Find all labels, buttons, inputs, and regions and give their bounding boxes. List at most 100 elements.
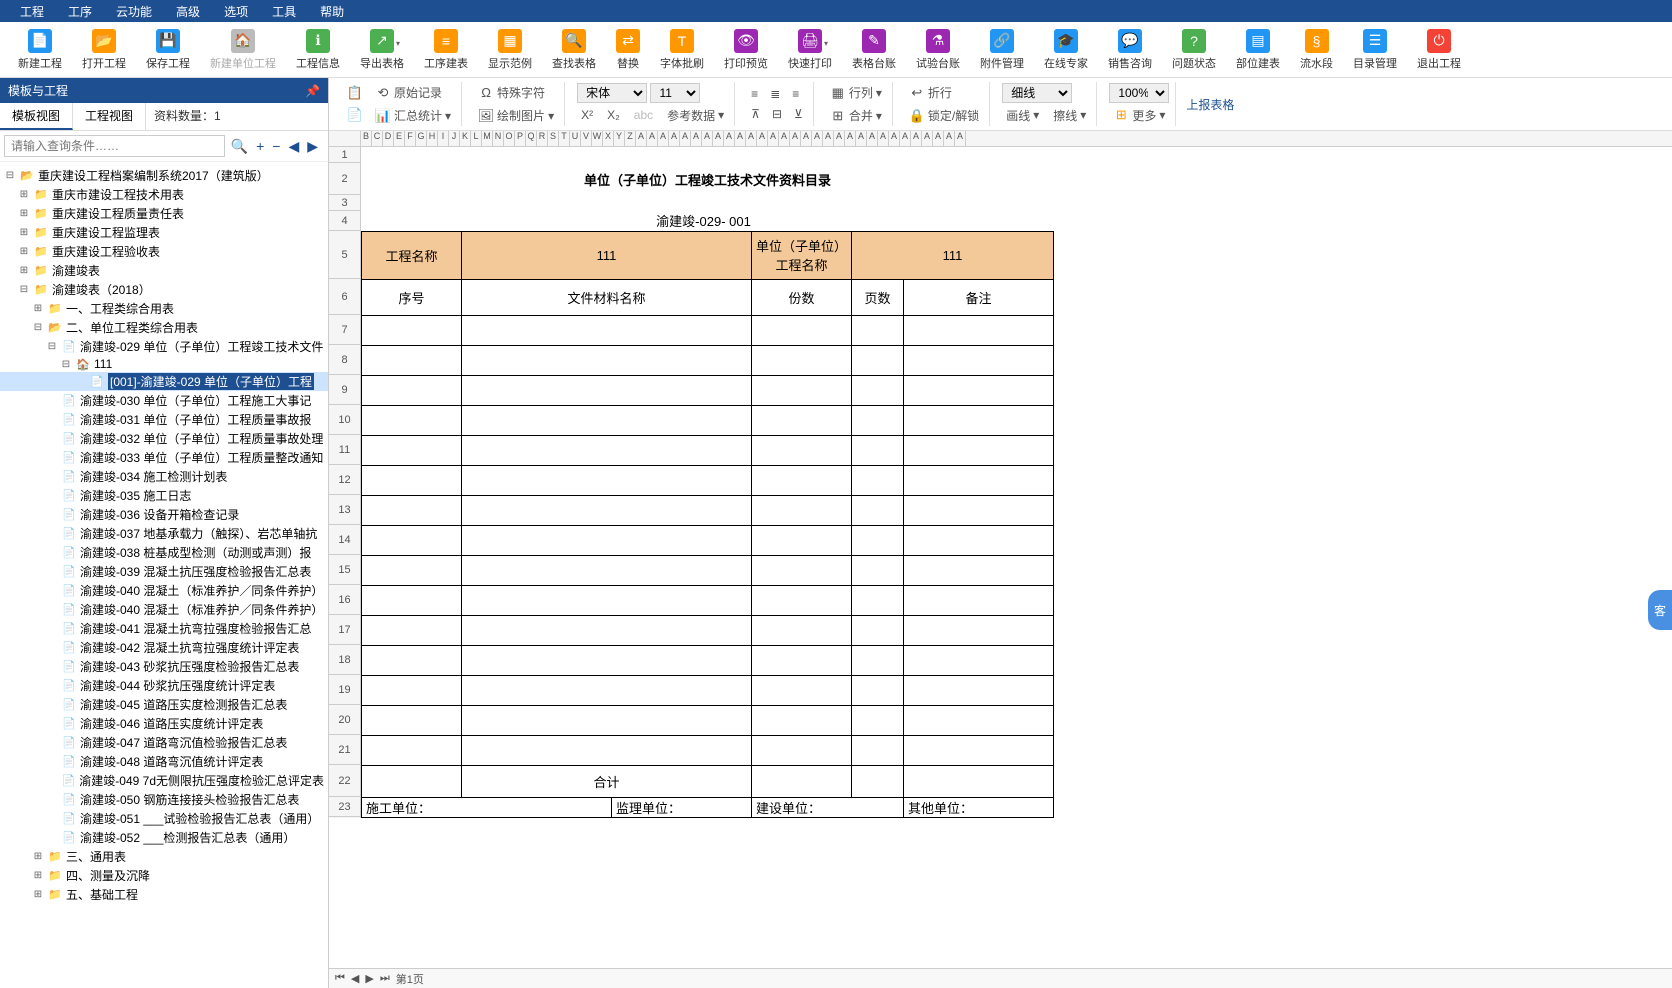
cell[interactable] <box>362 405 462 435</box>
toolbar-替换[interactable]: ⇄替换 <box>606 27 650 73</box>
tree-node[interactable]: ⊟🏠111 <box>0 356 328 372</box>
unit-name-cell[interactable]: 111 <box>852 231 1054 279</box>
cell[interactable] <box>904 495 1054 525</box>
cell[interactable] <box>462 525 752 555</box>
tree-node[interactable]: 📄渝建竣-040 混凝土（标准养护／同条件养护） <box>0 581 328 600</box>
cell[interactable] <box>852 555 904 585</box>
cell[interactable] <box>852 675 904 705</box>
toolbar-打印预览[interactable]: 👁打印预览 <box>714 27 778 73</box>
cell[interactable] <box>462 345 752 375</box>
total-remark[interactable] <box>904 765 1054 797</box>
cell[interactable] <box>752 465 852 495</box>
cell[interactable] <box>462 495 752 525</box>
toolbar-试验台账[interactable]: ⚗试验台账 <box>906 27 970 73</box>
line-style-select[interactable]: 细线 <box>1002 83 1072 103</box>
tree-node[interactable]: 📄渝建竣-042 混凝土抗弯拉强度统计评定表 <box>0 638 328 657</box>
cell[interactable] <box>752 735 852 765</box>
tree-node[interactable]: 📄渝建竣-030 单位（子单位）工程施工大事记 <box>0 391 328 410</box>
spreadsheet[interactable]: BCDEFGHIJKLMNOPQRSTUVWXYZAAAAAAAAAAAAAAA… <box>329 131 1672 968</box>
tree-node[interactable]: ⊞📁三、通用表 <box>0 847 328 866</box>
tree-node[interactable]: 📄渝建竣-044 砂浆抗压强度统计评定表 <box>0 676 328 695</box>
subscript-button[interactable]: X₂ <box>603 106 624 124</box>
tree-node[interactable]: ⊟📂重庆建设工程档案编制系统2017（建筑版） <box>0 166 328 185</box>
cell[interactable] <box>752 405 852 435</box>
cell[interactable] <box>362 315 462 345</box>
cell[interactable] <box>752 645 852 675</box>
cell[interactable] <box>462 435 752 465</box>
cell[interactable] <box>852 315 904 345</box>
total-copies[interactable] <box>752 765 852 797</box>
pager-first-icon[interactable]: ⏮ <box>335 972 345 985</box>
align-left-button[interactable]: ≡ <box>747 85 762 103</box>
cell[interactable] <box>462 405 752 435</box>
strikethrough-button[interactable]: abc <box>630 106 657 124</box>
tree-node[interactable]: 📄渝建竣-040 混凝土（标准养护／同条件养护） <box>0 600 328 619</box>
erase-line-button[interactable]: 擦线▾ <box>1049 105 1090 126</box>
tree-node[interactable]: 📄渝建竣-033 单位（子单位）工程质量整改通知 <box>0 448 328 467</box>
cell[interactable] <box>462 375 752 405</box>
tree-node[interactable]: 📄渝建竣-046 道路压实度统计评定表 <box>0 714 328 733</box>
cell[interactable] <box>462 735 752 765</box>
cell[interactable] <box>852 465 904 495</box>
cell[interactable] <box>904 525 1054 555</box>
toolbar-字体批刷[interactable]: T字体批刷 <box>650 27 714 73</box>
cell[interactable] <box>362 705 462 735</box>
tree-node[interactable]: ⊞📁四、测量及沉降 <box>0 866 328 885</box>
cell[interactable] <box>904 615 1054 645</box>
tree-node[interactable]: ⊞📁重庆建设工程监理表 <box>0 223 328 242</box>
cell[interactable] <box>362 345 462 375</box>
cell[interactable] <box>462 585 752 615</box>
cell[interactable] <box>362 495 462 525</box>
toolbar-销售咨询[interactable]: 💬销售咨询 <box>1098 27 1162 73</box>
cell[interactable] <box>852 705 904 735</box>
cell[interactable] <box>462 555 752 585</box>
tab-project-view[interactable]: 工程视图 <box>73 103 146 130</box>
cell[interactable] <box>752 345 852 375</box>
tree-node[interactable]: 📄渝建竣-051 ___试验检验报告汇总表（通用） <box>0 809 328 828</box>
cell[interactable] <box>362 615 462 645</box>
tree-node[interactable]: 📄渝建竣-050 钢筋连接接头检验报告汇总表 <box>0 790 328 809</box>
font-select[interactable]: 宋体 <box>577 83 647 103</box>
tree-node[interactable]: 📄渝建竣-034 施工检测计划表 <box>0 467 328 486</box>
cell[interactable] <box>462 675 752 705</box>
tree-node[interactable]: ⊞📁渝建竣表 <box>0 261 328 280</box>
cell[interactable] <box>752 705 852 735</box>
toolbar-退出工程[interactable]: ⏻退出工程 <box>1407 27 1471 73</box>
tree-node[interactable]: ⊞📁五、基础工程 <box>0 885 328 904</box>
valign-mid-button[interactable]: ⊟ <box>768 105 786 123</box>
pin-icon[interactable]: 📌 <box>305 84 320 98</box>
cell[interactable] <box>852 345 904 375</box>
cell[interactable] <box>852 495 904 525</box>
toolbar-新建单位工程[interactable]: 🏠新建单位工程 <box>200 27 286 73</box>
cell[interactable] <box>904 375 1054 405</box>
special-char-button[interactable]: Ω特殊字符 <box>474 82 558 103</box>
menu-item[interactable]: 工序 <box>56 3 104 20</box>
cell[interactable] <box>752 525 852 555</box>
cell[interactable] <box>852 375 904 405</box>
font-size-select[interactable]: 11 <box>650 83 700 103</box>
tree-node[interactable]: 📄渝建竣-038 桩基成型检测（动测或声测）报 <box>0 543 328 562</box>
tree-node[interactable]: 📄渝建竣-037 地基承载力（触探）、岩芯单轴抗 <box>0 524 328 543</box>
toolbar-表格台账[interactable]: ✎表格台账 <box>842 27 906 73</box>
menu-item[interactable]: 高级 <box>164 3 212 20</box>
pager-next-icon[interactable]: ▶ <box>365 972 373 985</box>
cell[interactable] <box>852 645 904 675</box>
tree-node[interactable]: 📄渝建竣-039 混凝土抗压强度检验报告汇总表 <box>0 562 328 581</box>
cell[interactable] <box>462 465 752 495</box>
tree-node[interactable]: 📄渝建竣-047 道路弯沉值检验报告汇总表 <box>0 733 328 752</box>
tree-node[interactable]: ⊞📁重庆市建设工程技术用表 <box>0 185 328 204</box>
tree-node[interactable]: 📄渝建竣-031 单位（子单位）工程质量事故报 <box>0 410 328 429</box>
cell[interactable] <box>362 435 462 465</box>
cell[interactable] <box>904 675 1054 705</box>
cell[interactable] <box>752 585 852 615</box>
pager-last-icon[interactable]: ⏭ <box>380 972 390 985</box>
cell[interactable] <box>904 315 1054 345</box>
tree-node[interactable]: ⊟📁渝建竣表（2018） <box>0 280 328 299</box>
total-pages[interactable] <box>852 765 904 797</box>
toolbar-显示范例[interactable]: ▦显示范例 <box>478 27 542 73</box>
zoom-select[interactable]: 100% <box>1109 83 1169 103</box>
tree-node[interactable]: 📄渝建竣-035 施工日志 <box>0 486 328 505</box>
toolbar-查找表格[interactable]: 🔍查找表格 <box>542 27 606 73</box>
upload-button[interactable]: 上报表格 <box>1182 94 1238 115</box>
prev-icon[interactable]: ◀ <box>288 138 299 155</box>
